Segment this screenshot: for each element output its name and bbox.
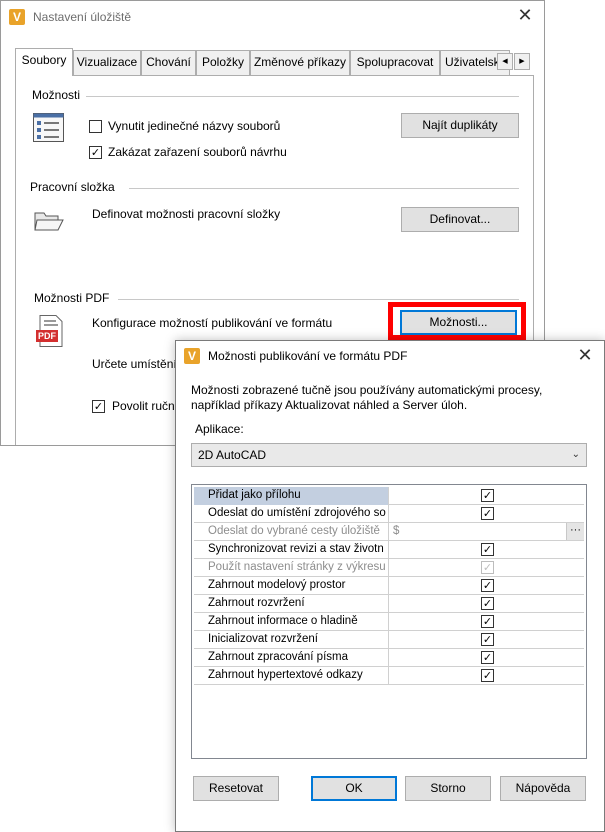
chevron-down-icon: ⌄ — [571, 449, 580, 460]
disable-checkin-checkbox[interactable]: ✓ — [89, 146, 102, 159]
pdf-location-label: Určete umístění — [92, 357, 177, 371]
help-button[interactable]: Nápověda — [500, 776, 586, 801]
application-select-value: 2D AutoCAD — [198, 448, 267, 462]
tab-chovani[interactable]: Chování — [141, 50, 196, 75]
pdf-publish-description: Konfigurace možností publikování ve form… — [92, 316, 333, 330]
grid-row[interactable]: Odeslat do umístění zdrojového so ✓ — [194, 505, 584, 523]
pdf-file-icon: PDF — [36, 315, 63, 347]
window-title: Nastavení úložiště — [33, 9, 132, 24]
list-options-icon — [33, 113, 64, 142]
dialog-title: Možnosti publikování ve formátu PDF — [208, 349, 408, 363]
grid-row-value: ✓ — [390, 487, 584, 505]
grid-row[interactable]: Inicializovat rozvržení ✓ — [194, 631, 584, 649]
grid-row-name: Synchronizovat revizi a stav životn — [194, 541, 389, 559]
grid-row-value: ✓ — [390, 559, 584, 577]
define-button[interactable]: Definovat... — [401, 207, 519, 232]
tab-scroll-left-icon[interactable]: ◀ — [497, 53, 513, 70]
allow-manual-checkbox[interactable]: ✓ — [92, 400, 105, 413]
application-select[interactable]: 2D AutoCAD ⌄ — [191, 443, 587, 467]
grid-checkbox: ✓ — [481, 561, 494, 574]
grid-checkbox[interactable]: ✓ — [481, 507, 494, 520]
grid-row[interactable]: Zahrnout informace o hladině ✓ — [194, 613, 584, 631]
grid-row-value: ✓ — [390, 631, 584, 649]
pdf-group-label: Možnosti PDF — [34, 291, 110, 305]
grid-row-value: ✓ — [390, 541, 584, 559]
working-folder-divider — [129, 188, 519, 189]
grid-checkbox[interactable]: ✓ — [481, 615, 494, 628]
tab-scroll-right-icon[interactable]: ▶ — [514, 53, 530, 70]
path-value: $ — [393, 525, 400, 537]
grid-row[interactable]: Zahrnout rozvržení ✓ — [194, 595, 584, 613]
allow-manual-label: Povolit ručn — [112, 399, 175, 413]
tab-zmenove-prikazy[interactable]: Změnové příkazy — [250, 50, 350, 75]
grid-row-name: Zahrnout rozvržení — [194, 595, 389, 613]
grid-row[interactable]: Zahrnout hypertextové odkazy ✓ — [194, 667, 584, 685]
highlight-annotation — [388, 302, 526, 340]
reset-button[interactable]: Resetovat — [193, 776, 279, 801]
grid-row-name: Inicializovat rozvržení — [194, 631, 389, 649]
grid-row-name: Použít nastavení stránky z výkresu — [194, 559, 389, 577]
grid-row-name: Zahrnout informace o hladině — [194, 613, 389, 631]
tab-vizualizace[interactable]: Vizualizace — [73, 50, 141, 75]
pdf-divider — [118, 299, 519, 300]
grid-row-name: Odeslat do vybrané cesty úložiště — [194, 523, 389, 541]
grid-row[interactable]: Zahrnout modelový prostor ✓ — [194, 577, 584, 595]
grid-checkbox[interactable]: ✓ — [481, 669, 494, 682]
browse-ellipsis-icon[interactable]: ··· — [566, 523, 584, 540]
grid-row[interactable]: Odeslat do vybrané cesty úložiště $ ··· — [194, 523, 584, 541]
grid-row-name: Zahrnout zpracování písma — [194, 649, 389, 667]
grid-row-value: $ ··· — [390, 523, 584, 541]
disable-checkin-label: Zakázat zařazení souborů návrhu — [108, 145, 287, 159]
tab-soubory[interactable]: Soubory — [15, 48, 73, 76]
grid-row-value: ✓ — [390, 595, 584, 613]
unique-names-label: Vynutit jedinečné názvy souborů — [108, 119, 281, 133]
dialog-title-bar: V Možnosti publikování ve formátu PDF ✕ — [176, 341, 604, 371]
ok-button[interactable]: OK — [311, 776, 397, 801]
vault-app-icon: V — [9, 8, 25, 25]
grid-row-name: Přidat jako přílohu — [194, 487, 389, 505]
pdf-options-grid: Přidat jako přílohu ✓ Odeslat do umístěn… — [191, 484, 587, 759]
close-icon[interactable]: ✕ — [572, 344, 598, 368]
close-icon[interactable]: ✕ — [512, 4, 538, 28]
grid-checkbox[interactable]: ✓ — [481, 579, 494, 592]
grid-row[interactable]: Synchronizovat revizi a stav životn ✓ — [194, 541, 584, 559]
application-label: Aplikace: — [195, 422, 244, 436]
grid-row-name: Zahrnout hypertextové odkazy — [194, 667, 389, 685]
working-folder-group-label: Pracovní složka — [30, 180, 115, 194]
grid-row-value: ✓ — [390, 649, 584, 667]
tab-strip: Soubory Vizualizace Chování Položky Změn… — [15, 48, 534, 76]
title-bar: V Nastavení úložiště ✕ — [1, 1, 544, 32]
grid-row-value: ✓ — [390, 613, 584, 631]
grid-row[interactable]: Zahrnout zpracování písma ✓ — [194, 649, 584, 667]
grid-row-name: Odeslat do umístění zdrojového so — [194, 505, 389, 523]
grid-checkbox[interactable]: ✓ — [481, 651, 494, 664]
working-folder-description: Definovat možnosti pracovní složky — [92, 207, 281, 221]
folder-icon — [34, 212, 64, 231]
options-divider — [86, 96, 519, 97]
pdf-icon-label: PDF — [36, 330, 58, 342]
tab-spolupracovat[interactable]: Spolupracovat — [350, 50, 440, 75]
grid-row[interactable]: Přidat jako přílohu ✓ — [194, 487, 584, 505]
grid-checkbox[interactable]: ✓ — [481, 489, 494, 502]
vault-app-icon: V — [184, 348, 200, 364]
find-duplicates-button[interactable]: Najít duplikáty — [401, 113, 519, 138]
dialog-description: Možnosti zobrazené tučně jsou používány … — [191, 383, 543, 412]
tab-polozky[interactable]: Položky — [196, 50, 250, 75]
grid-row-value: ✓ — [390, 505, 584, 523]
options-group-label: Možnosti — [32, 88, 81, 102]
grid-checkbox[interactable]: ✓ — [481, 597, 494, 610]
grid-row-value: ✓ — [390, 667, 584, 685]
grid-checkbox[interactable]: ✓ — [481, 543, 494, 556]
unique-names-checkbox[interactable] — [89, 120, 102, 133]
cancel-button[interactable]: Storno — [405, 776, 491, 801]
grid-checkbox[interactable]: ✓ — [481, 633, 494, 646]
grid-row[interactable]: Použít nastavení stránky z výkresu ✓ — [194, 559, 584, 577]
pdf-publish-options-dialog: V Možnosti publikování ve formátu PDF ✕ … — [175, 340, 605, 832]
grid-row-name: Zahrnout modelový prostor — [194, 577, 389, 595]
grid-row-value: ✓ — [390, 577, 584, 595]
